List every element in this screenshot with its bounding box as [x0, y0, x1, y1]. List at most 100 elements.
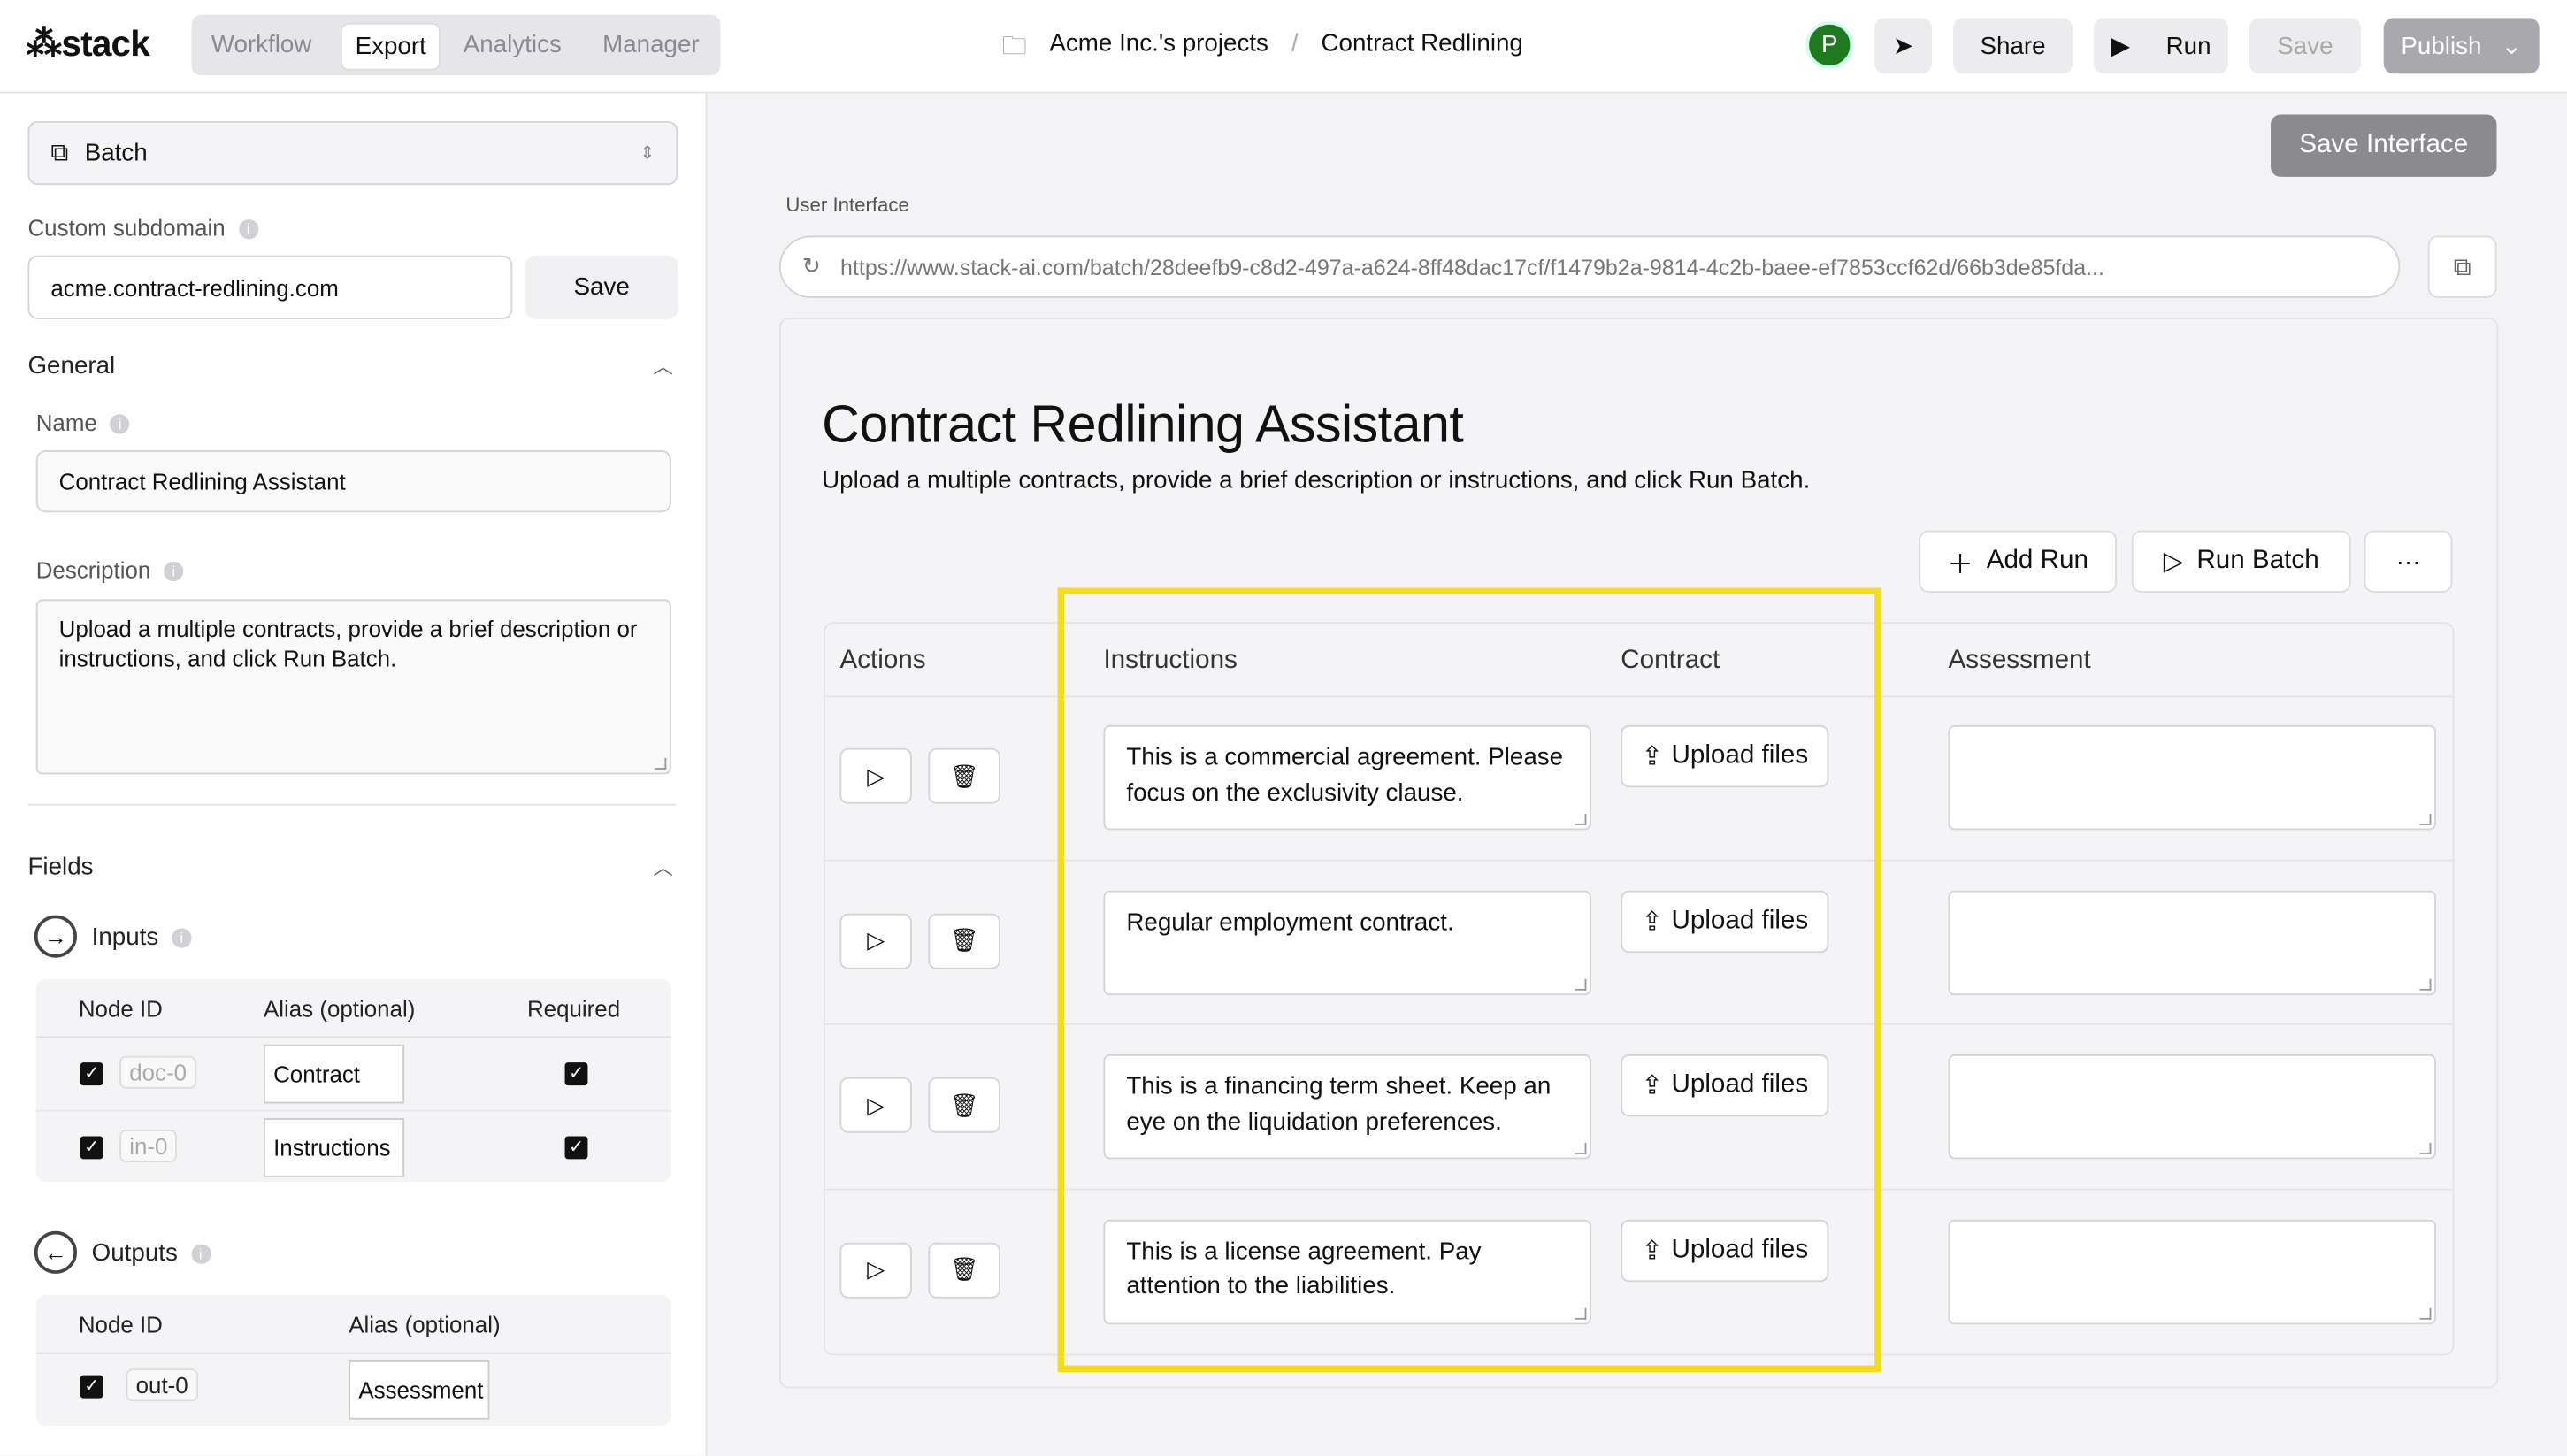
- upload-files-button[interactable]: ⇪ Upload files: [1621, 889, 1829, 953]
- column-header-instructions: Instructions: [1103, 647, 1238, 675]
- run-row-button[interactable]: ▷: [839, 1077, 912, 1133]
- run-button[interactable]: ▶ Run: [2094, 18, 2228, 74]
- mode-select[interactable]: ⧉ Batch ⇕: [27, 120, 678, 186]
- assessment-textarea[interactable]: [1948, 1218, 2436, 1324]
- trash-icon: 🗑: [949, 762, 979, 789]
- play-outline-icon: ▷: [867, 1255, 885, 1283]
- add-run-button[interactable]: ＋ Add Run: [1919, 530, 2118, 593]
- trash-icon: 🗑: [949, 1255, 979, 1283]
- delete-row-button[interactable]: 🗑: [928, 912, 1000, 969]
- instructions-textarea[interactable]: Regular employment contract.: [1103, 889, 1591, 995]
- tab-export[interactable]: Export: [340, 22, 441, 71]
- info-icon: i: [164, 562, 184, 582]
- breadcrumb-page: Contract Redlining: [1321, 29, 1523, 57]
- instructions-textarea[interactable]: This is a license agreement. Pay attenti…: [1103, 1218, 1591, 1324]
- upload-cloud-icon: ⇪: [1641, 1237, 1664, 1265]
- chevron-down-icon: ⌄: [2501, 33, 2522, 61]
- play-outline-icon: ▷: [867, 1091, 885, 1118]
- nav-tabs: Workflow Export Analytics Manager: [191, 14, 721, 76]
- assessment-textarea[interactable]: [1948, 1054, 2436, 1160]
- upload-files-button[interactable]: ⇪ Upload files: [1621, 724, 1829, 788]
- row-checkbox[interactable]: ✓: [80, 1136, 103, 1160]
- alias-input[interactable]: Instructions: [263, 1118, 405, 1177]
- copy-button[interactable]: ⧉: [2427, 235, 2497, 298]
- instructions-textarea[interactable]: This is a commercial agreement. Please f…: [1103, 724, 1591, 831]
- description-textarea[interactable]: Upload a multiple contracts, provide a b…: [35, 599, 671, 775]
- top-bar: ⁂stack Workflow Export Analytics Manager…: [0, 0, 2567, 94]
- subdomain-save-button[interactable]: Save: [525, 255, 678, 319]
- outputs-label: Outputs i: [92, 1239, 211, 1268]
- info-icon: i: [110, 414, 130, 435]
- breadcrumb-project[interactable]: Acme Inc.'s projects: [1049, 29, 1268, 70]
- name-input[interactable]: Contract Redlining Assistant: [35, 449, 671, 513]
- tab-workflow[interactable]: Workflow: [198, 23, 325, 67]
- refresh-icon[interactable]: ↻: [802, 254, 821, 280]
- chevron-updown-icon: ⇕: [640, 143, 655, 165]
- description-label: Description i: [36, 556, 184, 583]
- delete-row-button[interactable]: 🗑: [928, 1241, 1000, 1298]
- assessment-textarea[interactable]: [1948, 889, 2436, 995]
- plus-icon: ＋: [1947, 551, 1973, 580]
- run-batch-button[interactable]: ▷ Run Batch: [2131, 530, 2351, 593]
- subdomain-label: Custom subdomain i: [27, 214, 258, 241]
- delete-row-button[interactable]: 🗑: [928, 1077, 1000, 1133]
- batch-table: Actions Instructions Contract Assessment…: [823, 622, 2455, 1356]
- node-id: out-0: [126, 1368, 198, 1402]
- url-field[interactable]: ↻ https://www.stack-ai.com/batch/28deefb9…: [778, 235, 2401, 298]
- column-header: Alias (optional): [349, 1311, 501, 1338]
- trash-icon: 🗑: [949, 1091, 979, 1118]
- run-row-button[interactable]: ▷: [839, 1241, 912, 1298]
- fields-section[interactable]: Fields: [27, 853, 93, 880]
- alias-input[interactable]: Assessment: [349, 1360, 490, 1420]
- save-button[interactable]: Save: [2249, 18, 2361, 74]
- pointer-button[interactable]: ➤: [1874, 18, 1932, 74]
- copy-icon: ⧉: [2453, 252, 2471, 281]
- column-header: Node ID: [78, 1311, 163, 1338]
- info-icon: i: [172, 928, 192, 948]
- node-id: in-0: [119, 1130, 178, 1163]
- run-row-button[interactable]: ▷: [839, 747, 912, 804]
- node-id: doc-0: [119, 1055, 197, 1089]
- alias-input[interactable]: Contract: [263, 1044, 405, 1104]
- outputs-table: Node ID Alias (optional) ✓ out-0 Assessm…: [35, 1294, 671, 1427]
- tab-analytics[interactable]: Analytics: [450, 23, 575, 67]
- column-header: Required: [526, 995, 621, 1022]
- run-row-button[interactable]: ▷: [839, 912, 912, 969]
- assessment-textarea[interactable]: [1948, 724, 2436, 831]
- inputs-label: Inputs i: [92, 923, 192, 951]
- share-button[interactable]: Share: [1953, 18, 2073, 74]
- upload-files-button[interactable]: ⇪ Upload files: [1621, 1054, 1829, 1117]
- tab-manager[interactable]: Manager: [589, 23, 712, 67]
- sidebar: ⧉ Batch ⇕ Custom subdomain i acme.contract-…: [0, 93, 708, 1456]
- divider: [27, 803, 677, 806]
- required-checkbox[interactable]: ✓: [564, 1136, 588, 1160]
- avatar[interactable]: P: [1805, 21, 1854, 69]
- info-icon: i: [238, 219, 258, 240]
- logo[interactable]: ⁂stack: [26, 22, 150, 65]
- stack-logo-icon: ⁂: [26, 22, 63, 65]
- save-interface-button[interactable]: Save Interface: [2271, 114, 2497, 177]
- row-checkbox[interactable]: ✓: [80, 1062, 103, 1086]
- row-checkbox[interactable]: ✓: [80, 1375, 103, 1399]
- general-section[interactable]: General: [27, 352, 115, 379]
- page-subtitle: Upload a multiple contracts, provide a b…: [822, 466, 1811, 494]
- breadcrumb: 🗀 Acme Inc.'s projects / Contract Redlin…: [1002, 29, 1523, 70]
- output-arrow-icon: ←: [34, 1230, 77, 1274]
- instructions-textarea[interactable]: This is a financing term sheet. Keep an …: [1103, 1054, 1591, 1160]
- column-header: Node ID: [78, 995, 163, 1022]
- delete-row-button[interactable]: 🗑: [928, 747, 1000, 804]
- subdomain-input[interactable]: acme.contract-redlining.com: [27, 255, 513, 319]
- chevron-up-icon[interactable]: ︿: [653, 352, 672, 379]
- more-button[interactable]: ···: [2364, 530, 2453, 593]
- play-outline-icon: ▷: [867, 926, 885, 954]
- chevron-up-icon[interactable]: ︿: [653, 853, 672, 880]
- publish-button[interactable]: Publish ⌄: [2383, 18, 2540, 74]
- play-outline-icon: ▷: [867, 762, 885, 789]
- upload-files-button[interactable]: ⇪ Upload files: [1621, 1218, 1829, 1282]
- column-header-assessment: Assessment: [1948, 647, 2091, 675]
- play-icon: ▶: [2111, 33, 2130, 61]
- required-checkbox[interactable]: ✓: [564, 1062, 588, 1086]
- upload-cloud-icon: ⇪: [1641, 743, 1664, 771]
- play-outline-icon: ▷: [2163, 548, 2184, 577]
- name-label: Name i: [36, 410, 130, 435]
